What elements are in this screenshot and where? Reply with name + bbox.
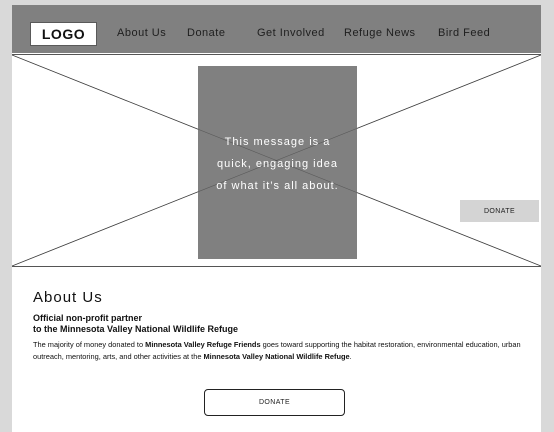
about-title: About Us — [33, 289, 103, 306]
hero-message-line: of what it’s all about. — [216, 180, 339, 192]
para-bold-org: Minnesota Valley Refuge Friends — [145, 340, 261, 349]
nav-donate[interactable]: Donate — [187, 27, 225, 39]
para-text: . — [349, 352, 352, 361]
nav-bird-feed[interactable]: Bird Feed — [438, 27, 490, 39]
para-bold-refuge: Minnesota Valley National Wildlife Refug… — [203, 352, 350, 361]
about-subtitle-line2: to the Minnesota Valley National Wildlif… — [33, 324, 238, 334]
about-subtitle-line1: Official non-profit partner — [33, 313, 142, 323]
hero-message: This message is a quick, engaging idea o… — [198, 131, 357, 197]
about-donate-button[interactable]: DONATE — [204, 389, 345, 416]
hero-message-line: This message is a — [224, 136, 331, 148]
hero-banner: This message is a quick, engaging idea o… — [12, 54, 541, 267]
hero-donate-button[interactable]: DONATE — [460, 200, 539, 222]
page-canvas: LOGO About Us Donate Get Involved Refuge… — [12, 5, 541, 432]
nav-about-us[interactable]: About Us — [117, 27, 166, 39]
nav-get-involved[interactable]: Get Involved — [257, 27, 325, 39]
nav-refuge-news[interactable]: Refuge News — [344, 27, 416, 39]
hero-message-line: quick, engaging idea — [217, 158, 338, 170]
logo[interactable]: LOGO — [30, 22, 97, 46]
site-header: LOGO About Us Donate Get Involved Refuge… — [12, 5, 541, 53]
about-paragraph: The majority of money donated to Minneso… — [33, 339, 533, 363]
para-text: The majority of money donated to — [33, 340, 146, 349]
